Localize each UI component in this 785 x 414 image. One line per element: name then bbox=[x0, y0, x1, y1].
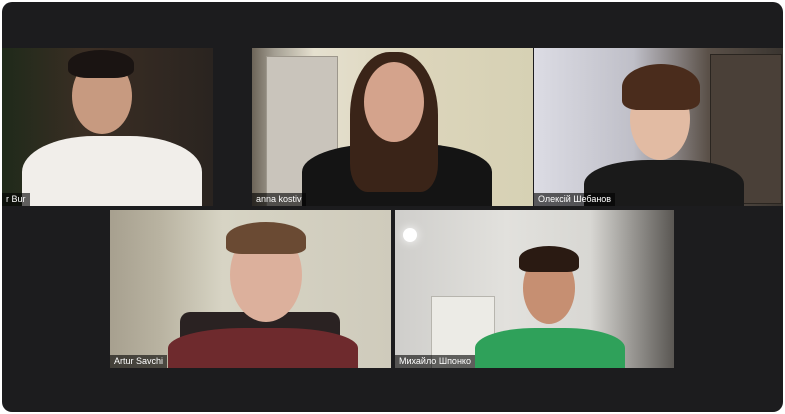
participant-tile-3[interactable]: Олексій Шебанов bbox=[534, 48, 783, 206]
participant-name-label: Олексій Шебанов bbox=[534, 193, 616, 206]
participant-name-label: Михайло Шпонко bbox=[395, 355, 475, 368]
person-body bbox=[22, 136, 202, 206]
participant-tile-4[interactable]: Artur Savchi bbox=[110, 210, 391, 368]
person-hair bbox=[226, 222, 306, 254]
participant-tile-5[interactable]: Михайло Шпонко bbox=[395, 210, 674, 368]
person-hair bbox=[622, 64, 700, 110]
participant-tile-2[interactable]: anna kostiv bbox=[252, 48, 533, 206]
person-head bbox=[364, 62, 424, 142]
participant-name-label: r Bur bbox=[2, 193, 30, 206]
participant-name-label: Artur Savchi bbox=[110, 355, 168, 368]
participant-tile-1[interactable]: r Bur bbox=[2, 48, 213, 206]
person-hair bbox=[68, 50, 134, 78]
participant-name-label: anna kostiv bbox=[252, 193, 306, 206]
person-body bbox=[168, 328, 358, 368]
ceiling-lamp bbox=[403, 228, 417, 242]
person-hair bbox=[519, 246, 579, 272]
person-body bbox=[475, 328, 625, 368]
video-call-window: r Bur anna kostiv Олексій Шебанов Artur … bbox=[2, 2, 783, 412]
